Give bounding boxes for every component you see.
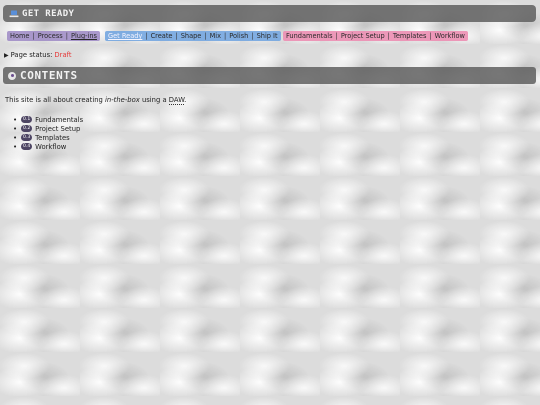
laptop-icon: [9, 10, 19, 18]
toc-item-label[interactable]: Project Setup: [35, 125, 80, 133]
nav-separator: |: [65, 32, 68, 40]
toc-number-badge: 0.1: [21, 116, 33, 123]
nav-separator: |: [32, 32, 35, 40]
nav-separator: |: [204, 32, 207, 40]
nav-separator: |: [251, 32, 254, 40]
toc-number-badge: 0.4: [21, 143, 33, 150]
toc-number-badge: 0.2: [21, 125, 33, 132]
nav-separator: |: [335, 32, 338, 40]
toc-item[interactable]: 0.2 Project Setup: [13, 124, 83, 133]
nav-separator: |: [429, 32, 432, 40]
toc-item[interactable]: 0.1 Fundamentals: [13, 115, 83, 124]
intro-emphasis: in-the-box: [105, 96, 140, 104]
nav-link-home[interactable]: Home: [10, 32, 29, 40]
nav-link-project-setup[interactable]: Project Setup: [341, 32, 385, 40]
nav-link-plug-ins[interactable]: Plug-ins: [71, 32, 97, 40]
nav-separator: |: [175, 32, 178, 40]
nav-separator: |: [145, 32, 148, 40]
nav-link-create[interactable]: Create: [151, 32, 173, 40]
nav-link-process[interactable]: Process: [38, 32, 63, 40]
nav-link-fundamentals[interactable]: Fundamentals: [286, 32, 333, 40]
subsection-nav: Fundamentals | Project Setup | Templates…: [283, 31, 468, 41]
intro-before: This site is all about creating: [5, 96, 106, 104]
foam-background: [0, 0, 540, 405]
contents-title: Contents: [20, 69, 78, 82]
toc-item-label[interactable]: Fundamentals: [35, 116, 83, 124]
contents-header: Contents: [3, 67, 536, 84]
intro-text: This site is all about creating in-the-b…: [5, 96, 187, 105]
toc-item[interactable]: 0.4 Workflow: [13, 142, 83, 151]
nav-separator: |: [224, 32, 227, 40]
nav-link-mix[interactable]: Mix: [210, 32, 221, 40]
intro-middle: using a: [139, 96, 169, 104]
page-status-label: Page status:: [10, 51, 53, 59]
nav-link-get-ready[interactable]: Get Ready: [108, 32, 142, 40]
toc-item[interactable]: 0.3 Templates: [13, 133, 83, 142]
page-status[interactable]: ▶ Page status: Draft: [4, 51, 72, 59]
daw-abbreviation[interactable]: DAW: [168, 96, 185, 105]
site-nav: Home | Process | Plug-ins: [7, 31, 100, 41]
status-badge: Draft: [54, 51, 72, 59]
page-header: Get Ready: [3, 5, 536, 22]
nav-link-ship-it[interactable]: Ship It: [257, 32, 278, 40]
nav-link-polish[interactable]: Polish: [229, 32, 248, 40]
nav-link-shape[interactable]: Shape: [181, 32, 202, 40]
table-of-contents: 0.1 Fundamentals 0.2 Project Setup 0.3 T…: [13, 115, 83, 151]
toc-item-label[interactable]: Workflow: [35, 143, 66, 151]
record-icon: [8, 71, 16, 80]
nav-link-workflow[interactable]: Workflow: [435, 32, 465, 40]
page-title: Get Ready: [22, 8, 75, 19]
toc-number-badge: 0.3: [21, 134, 33, 141]
nav-link-templates[interactable]: Templates: [393, 32, 427, 40]
toc-item-label[interactable]: Templates: [35, 134, 70, 142]
intro-after: .: [184, 96, 187, 104]
nav-separator: |: [387, 32, 390, 40]
disclosure-triangle-icon[interactable]: ▶: [4, 52, 9, 59]
section-nav: Get Ready | Create | Shape | Mix | Polis…: [105, 31, 281, 41]
